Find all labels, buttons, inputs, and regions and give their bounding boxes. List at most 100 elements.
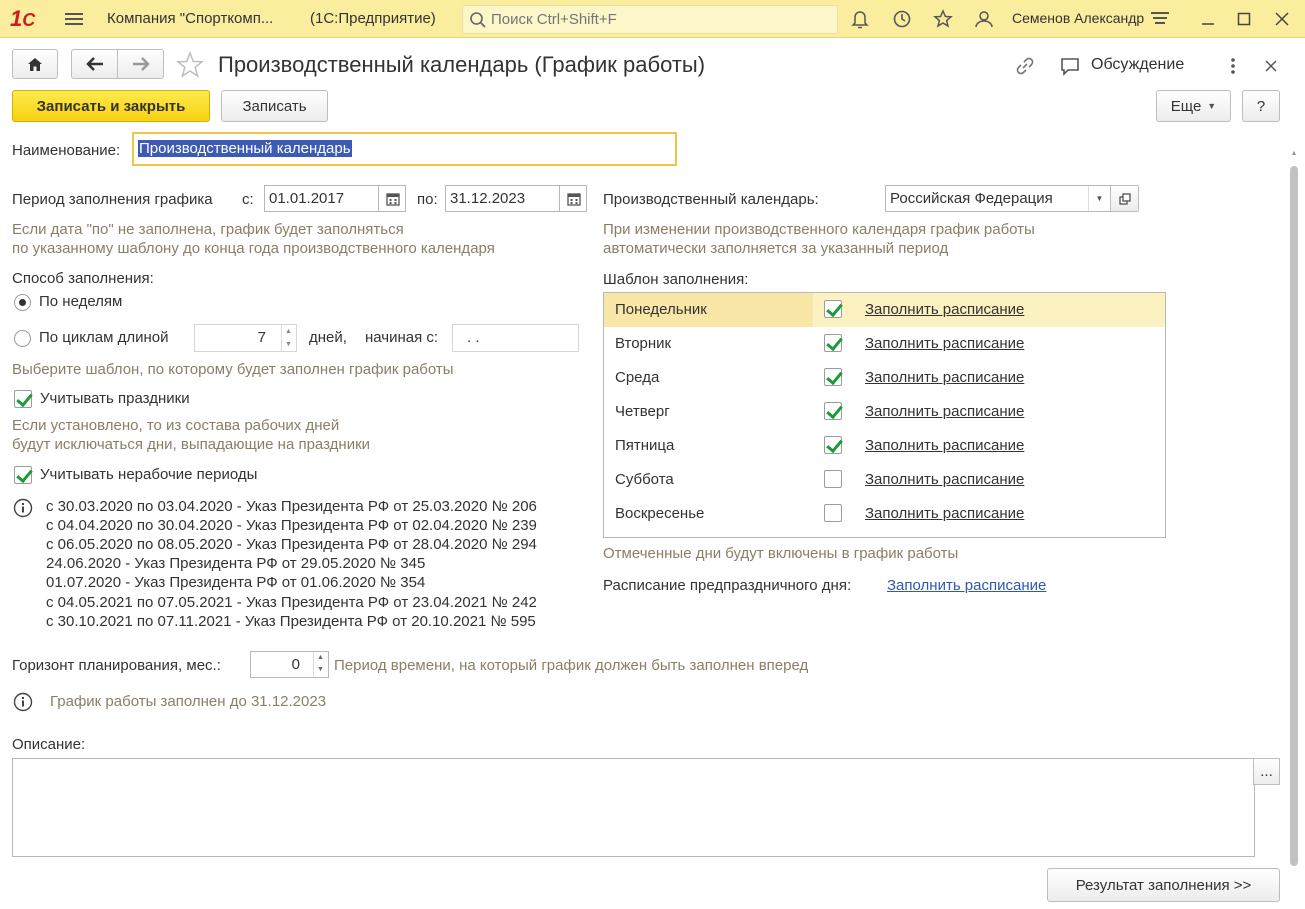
save-button[interactable]: Записать [221,90,328,122]
day-checkbox[interactable] [824,300,842,318]
description-field[interactable] [12,758,1255,857]
vertical-scrollbar[interactable]: ▲ [1288,146,1300,881]
home-button[interactable] [12,49,58,79]
favorite-star-icon[interactable] [175,50,205,80]
fill-schedule-link[interactable]: Заполнить расписание [865,437,1024,454]
day-checkbox[interactable] [824,470,842,488]
star-icon[interactable] [931,8,955,30]
forward-button[interactable] [117,49,164,79]
holidays-label[interactable]: Учитывать праздники [40,390,190,407]
nonwork-label[interactable]: Учитывать нерабочие периоды [40,466,257,483]
calendar-label: Производственный календарь: [603,191,819,208]
chevron-down-icon[interactable]: ▼ [282,338,295,351]
open-calendar-button[interactable] [1110,185,1139,212]
calendar-select[interactable]: Российская Федерация [885,185,1111,212]
by-cycles-label[interactable]: По циклам длиной [39,329,168,346]
scroll-thumb[interactable] [1290,166,1298,866]
back-button[interactable] [71,49,118,79]
period-hint-2: по указанному шаблону до конца года прои… [12,240,495,257]
preholiday-label: Расписание предпраздничного дня: [603,577,852,594]
fill-schedule-link[interactable]: Заполнить расписание [865,471,1024,488]
settings-menu-icon[interactable] [1148,8,1172,30]
table-row[interactable]: Среда Заполнить расписание [604,361,1165,395]
chevron-up-icon[interactable]: ▲ [1288,146,1300,160]
user-icon[interactable] [972,8,998,30]
title-bar: 1С Компания "Спорткомп... (1С:Предприяти… [0,0,1305,38]
more-vertical-icon[interactable] [1224,53,1242,79]
horizon-stepper[interactable]: ▲ ▼ [313,652,327,677]
day-name: Пятница [615,437,675,454]
discussion-icon[interactable] [1057,53,1083,79]
fill-method-label: Способ заполнения: [12,270,154,287]
maximize-icon[interactable] [1232,8,1256,30]
day-name: Вторник [615,335,672,352]
days-label: дней, [309,329,347,346]
table-row[interactable]: Понедельник Заполнить расписание [604,293,1165,327]
day-checkbox[interactable] [824,334,842,352]
nonwork-checkbox[interactable] [14,466,32,484]
table-row[interactable]: Суббота Заполнить расписание [604,463,1165,497]
arrow-left-icon [85,57,103,71]
close-window-icon[interactable] [1270,8,1294,30]
starting-date-field[interactable]: . . [452,324,579,352]
info-icon [12,691,34,713]
holidays-checkbox[interactable] [14,390,32,408]
chevron-up-icon[interactable]: ▲ [314,652,327,664]
table-row[interactable]: Пятница Заполнить расписание [604,429,1165,463]
search-input[interactable] [491,11,821,28]
1c-logo[interactable]: 1С [10,6,48,32]
day-checkbox[interactable] [824,402,842,420]
by-cycles-radio[interactable] [14,330,31,347]
horizon-value: 0 [291,656,300,673]
help-button[interactable]: ? [1242,90,1280,122]
name-label: Наименование: [12,142,121,159]
fill-schedule-link[interactable]: Заполнить расписание [865,301,1024,318]
nonwork-period-line: с 04.05.2021 по 07.05.2021 - Указ Презид… [46,594,537,611]
calendar-hint-2: автоматически заполняется за указанный п… [603,240,949,257]
fill-schedule-link[interactable]: Заполнить расписание [865,369,1024,386]
chevron-up-icon[interactable]: ▲ [282,325,295,338]
chevron-down-icon[interactable]: ▼ [1088,186,1110,211]
horizon-label: Горизонт планирования, мес.: [12,657,221,674]
name-field-value: Производственный календарь [138,140,352,157]
table-row[interactable]: Вторник Заполнить расписание [604,327,1165,361]
table-row[interactable]: Четверг Заполнить расписание [604,395,1165,429]
day-checkbox[interactable] [824,436,842,454]
history-icon[interactable] [890,8,914,30]
more-button[interactable]: Еще ▼ [1156,90,1231,122]
menu-icon[interactable] [62,8,86,30]
preholiday-fill-link[interactable]: Заполнить расписание [887,577,1046,594]
arrow-right-icon [132,57,150,71]
close-form-icon[interactable] [1260,53,1282,79]
cycle-length-stepper[interactable]: ▲ ▼ [281,325,295,351]
user-name[interactable]: Семенов Александр [1012,10,1144,26]
calendar-icon[interactable] [378,186,406,211]
calendar-icon[interactable] [559,186,587,211]
link-icon[interactable] [1012,53,1038,79]
fill-schedule-link[interactable]: Заполнить расписание [865,335,1024,352]
fill-schedule-link[interactable]: Заполнить расписание [865,403,1024,420]
bell-icon[interactable] [848,8,872,30]
period-from-label: с: [242,191,254,208]
table-row[interactable]: Воскресенье Заполнить расписание [604,497,1165,531]
description-more-button[interactable]: ... [1253,758,1280,785]
discussion-button[interactable]: Обсуждение [1091,56,1184,74]
day-name: Четверг [615,403,670,420]
chevron-down-icon[interactable]: ▼ [314,664,327,676]
starting-date-value: . . [467,329,480,346]
name-field[interactable]: Производственный календарь [132,132,677,166]
day-checkbox[interactable] [824,504,842,522]
day-checkbox[interactable] [824,368,842,386]
global-search[interactable] [462,5,838,34]
day-name: Среда [615,369,660,386]
fill-result-button[interactable]: Результат заполнения >> [1047,868,1280,902]
save-and-close-button[interactable]: Записать и закрыть [12,90,210,122]
holidays-hint-2: будут исключаться дни, выпадающие на пра… [12,436,371,453]
nonwork-period-line: с 30.03.2020 по 03.04.2020 - Указ Презид… [46,498,537,515]
minimize-icon[interactable] [1196,8,1220,30]
fill-schedule-link[interactable]: Заполнить расписание [865,505,1024,522]
day-name: Понедельник [615,301,707,318]
by-weeks-label[interactable]: По неделям [39,293,122,310]
period-to-label: по: [417,191,438,208]
by-weeks-radio[interactable] [14,294,31,311]
